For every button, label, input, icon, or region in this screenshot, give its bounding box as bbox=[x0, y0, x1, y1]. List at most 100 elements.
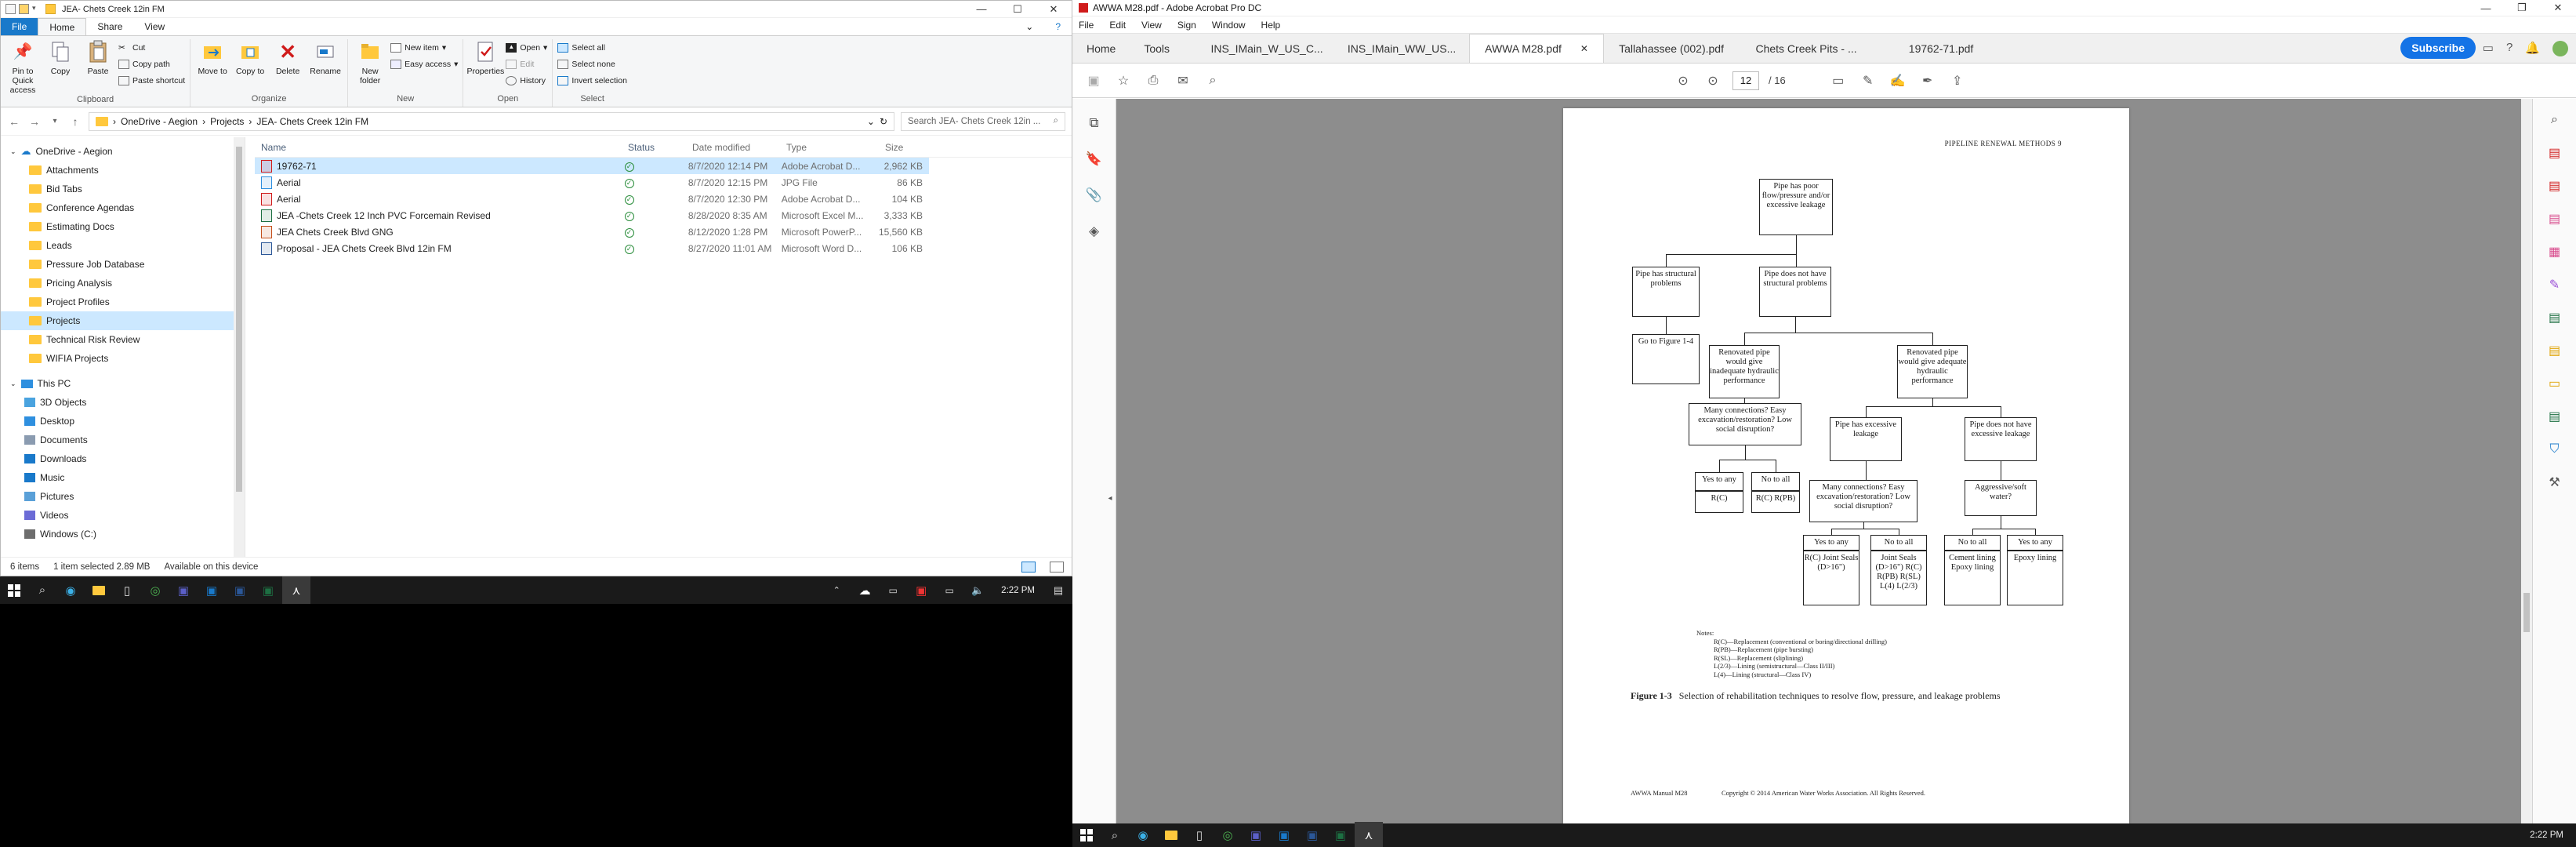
avatar[interactable] bbox=[2552, 41, 2568, 56]
close-icon[interactable]: ✕ bbox=[2540, 0, 2576, 16]
sidebar-item-technical-risk-review[interactable]: Technical Risk Review bbox=[1, 330, 245, 349]
paste-button[interactable]: Paste bbox=[81, 39, 115, 95]
document-canvas[interactable]: PIPELINE RENEWAL METHODS 9 Pipe has poor… bbox=[1116, 99, 2532, 823]
new-item-button[interactable]: New item ▾ bbox=[390, 41, 458, 55]
menu-view[interactable]: View bbox=[1141, 20, 1162, 31]
select-all-button[interactable]: Select all bbox=[557, 41, 627, 55]
teams-icon[interactable]: ▣ bbox=[169, 576, 198, 604]
col-status[interactable]: Status bbox=[623, 142, 688, 153]
teams-icon[interactable]: ▣ bbox=[1242, 822, 1270, 847]
sidebar-item-pricing-analysis[interactable]: Pricing Analysis bbox=[1, 274, 245, 293]
table-row[interactable]: Proposal - JEA Chets Creek Blvd 12in FM ✓… bbox=[255, 240, 929, 256]
sidebar-item-pressure-job-database[interactable]: Pressure Job Database bbox=[1, 255, 245, 274]
forward-arrow-icon[interactable]: → bbox=[27, 115, 42, 128]
subscribe-button[interactable]: Subscribe bbox=[2400, 37, 2476, 59]
breadcrumb-projects[interactable]: Projects bbox=[210, 116, 244, 127]
col-name[interactable]: Name bbox=[255, 142, 623, 153]
acrobat-taskbar-icon[interactable]: ⋏ bbox=[1355, 821, 1383, 847]
open-button[interactable]: ▲ Open ▾ bbox=[506, 41, 547, 55]
col-type[interactable]: Type bbox=[782, 142, 880, 153]
menu-help[interactable]: Help bbox=[1261, 20, 1281, 31]
collapse-left-icon[interactable]: ◂ bbox=[1105, 486, 1116, 510]
search-icon[interactable]: ⌕ bbox=[28, 576, 56, 604]
page-thumbnails-icon[interactable]: ⧉ bbox=[1083, 111, 1106, 135]
table-row[interactable]: Aerial ✓ 8/7/2020 12:15 PM JPG File 86 KB bbox=[255, 174, 929, 191]
outlook-icon[interactable]: ▣ bbox=[1270, 822, 1298, 847]
sidebar-item-project-profiles[interactable]: Project Profiles bbox=[1, 293, 245, 311]
search-icon[interactable]: ⌕ bbox=[1101, 822, 1129, 847]
ribbon-collapse-icon[interactable]: ⌄ bbox=[1014, 18, 1044, 35]
address-bar[interactable]: › OneDrive - Aegion › Projects › JEA- Ch… bbox=[89, 111, 894, 131]
save-icon[interactable]: ▣ bbox=[1083, 71, 1104, 91]
close-icon[interactable]: ✕ bbox=[1036, 1, 1072, 18]
protect-icon[interactable]: ⛉ bbox=[2543, 438, 2567, 461]
send-sign-icon[interactable]: ▤ bbox=[2543, 306, 2567, 329]
layers-icon[interactable]: ◈ bbox=[1083, 220, 1106, 243]
page-number-input[interactable]: 12 bbox=[1732, 71, 1759, 90]
minimize-icon[interactable]: — bbox=[2468, 0, 2504, 16]
minimize-icon[interactable]: — bbox=[963, 1, 1000, 18]
excel-icon[interactable]: ▣ bbox=[254, 576, 282, 604]
invert-selection-button[interactable]: Invert selection bbox=[557, 74, 627, 88]
tab-share[interactable]: Share bbox=[86, 18, 133, 35]
copy-to-button[interactable]: Copy to bbox=[233, 39, 267, 94]
tab-home[interactable]: Home bbox=[1072, 34, 1130, 63]
close-tab-icon[interactable]: ✕ bbox=[1580, 43, 1588, 54]
properties-button[interactable]: Properties bbox=[466, 39, 504, 94]
tab-tools[interactable]: Tools bbox=[1130, 34, 1184, 63]
sidebar-item-music[interactable]: Music bbox=[1, 468, 245, 487]
antivirus-tray-icon[interactable]: ▣ bbox=[907, 576, 935, 604]
recent-dropdown-icon[interactable]: ▾ bbox=[48, 117, 62, 125]
help-icon[interactable]: ? bbox=[2506, 41, 2513, 56]
canvas-scroll-thumb[interactable] bbox=[2523, 593, 2530, 632]
easy-access-button[interactable]: Easy access ▾ bbox=[390, 57, 458, 71]
fill-sign-icon[interactable]: ✒ bbox=[1917, 71, 1938, 91]
select-none-button[interactable]: Select none bbox=[557, 57, 627, 71]
network-icon[interactable]: ▭ bbox=[879, 576, 907, 604]
clock[interactable]: 2:22 PM bbox=[2517, 831, 2576, 840]
properties-quick-icon[interactable] bbox=[5, 4, 16, 14]
menu-file[interactable]: File bbox=[1079, 20, 1094, 31]
table-row[interactable]: Aerial ✓ 8/7/2020 12:30 PM Adobe Acrobat D.… bbox=[255, 191, 929, 207]
tray-chevron-icon[interactable]: ⌃ bbox=[822, 576, 851, 604]
sidebar-item-wifia-projects[interactable]: WIFIA Projects bbox=[1, 349, 245, 368]
nav-scroll-thumb[interactable] bbox=[236, 147, 242, 492]
bell-icon[interactable]: 🔔 bbox=[2525, 41, 2540, 56]
maximize-icon[interactable]: ☐ bbox=[1000, 1, 1036, 18]
search-input[interactable]: Search JEA- Chets Creek 12in ... ⌕ bbox=[901, 111, 1065, 131]
page-down-icon[interactable]: ⊙ bbox=[1703, 71, 1723, 91]
acrobat-taskbar-icon[interactable]: ⋏ bbox=[282, 576, 310, 604]
star-icon[interactable]: ☆ bbox=[1113, 71, 1134, 91]
table-row[interactable]: JEA Chets Creek Blvd GNG ✓ 8/12/2020 1:28 … bbox=[255, 224, 929, 240]
zoom-tool-icon[interactable]: ⌕ bbox=[2543, 108, 2567, 132]
sidebar-item-desktop[interactable]: Desktop bbox=[1, 412, 245, 431]
document-tab[interactable]: INS_IMain_WW_US... bbox=[1334, 34, 1469, 63]
chat-icon[interactable]: ▭ bbox=[2483, 41, 2494, 56]
comment-icon[interactable]: ▭ bbox=[1828, 71, 1849, 91]
nav-this-pc[interactable]: ⌄ This PC bbox=[1, 374, 245, 393]
canvas-scrollbar[interactable] bbox=[2521, 99, 2532, 823]
sidebar-item-windows-c-[interactable]: Windows (C:) bbox=[1, 525, 245, 543]
onedrive-tray-icon[interactable]: ☁ bbox=[851, 576, 879, 604]
cut-button[interactable]: ✂ Cut bbox=[118, 41, 185, 55]
word-icon[interactable]: ▣ bbox=[226, 576, 254, 604]
chrome-icon[interactable]: ◎ bbox=[141, 576, 169, 604]
menu-window[interactable]: Window bbox=[1212, 20, 1246, 31]
chrome-icon[interactable]: ◎ bbox=[1214, 822, 1242, 847]
paste-shortcut-button[interactable]: Paste shortcut bbox=[118, 74, 185, 88]
restore-icon[interactable]: ❐ bbox=[2504, 0, 2540, 16]
notepad-icon[interactable]: ▯ bbox=[113, 576, 141, 604]
details-view-icon[interactable] bbox=[1021, 561, 1036, 573]
nav-onedrive[interactable]: ⌄ ☁ OneDrive - Aegion bbox=[1, 142, 245, 161]
table-row[interactable]: JEA -Chets Creek 12 Inch PVC Forcemain R… bbox=[255, 207, 929, 224]
up-arrow-icon[interactable]: ↑ bbox=[68, 115, 82, 128]
print-icon[interactable]: ⎙ bbox=[1143, 71, 1163, 91]
bookmark-icon[interactable]: 🔖 bbox=[1083, 147, 1106, 171]
breadcrumb-current[interactable]: JEA- Chets Creek 12in FM bbox=[256, 116, 368, 127]
address-dropdown-icon[interactable]: ⌄ bbox=[867, 116, 875, 127]
highlight-icon[interactable]: ✎ bbox=[1858, 71, 1878, 91]
page-up-icon[interactable]: ⊙ bbox=[1673, 71, 1693, 91]
word-icon[interactable]: ▣ bbox=[1298, 822, 1326, 847]
fill-sign-tool-icon[interactable]: ✎ bbox=[2543, 273, 2567, 296]
clock[interactable]: 2:22 PM bbox=[992, 586, 1044, 595]
